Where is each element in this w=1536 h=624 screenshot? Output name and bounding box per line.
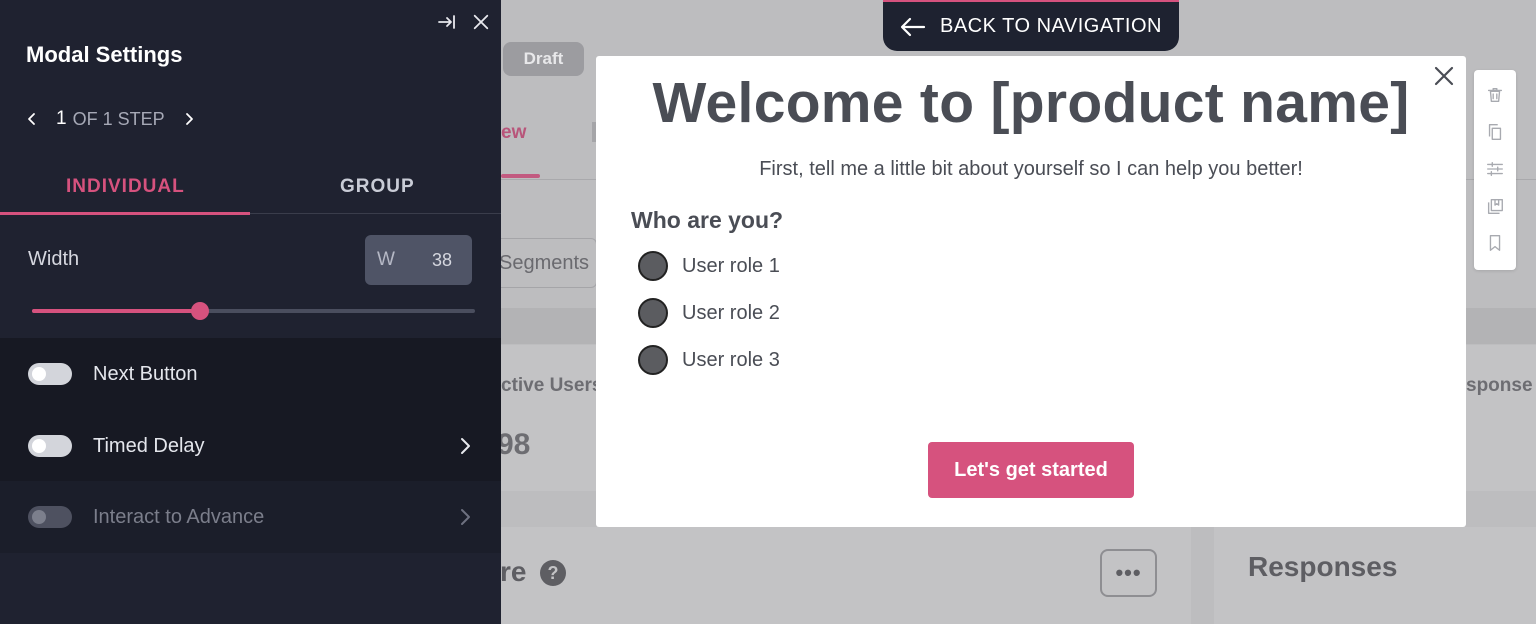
width-slider[interactable] <box>32 302 475 320</box>
active-users-card <box>501 345 601 491</box>
tab-group[interactable]: GROUP <box>340 176 415 198</box>
overview-panel <box>501 527 1191 624</box>
next-button-toggle[interactable] <box>28 363 72 385</box>
width-input[interactable]: W 38 <box>365 235 472 285</box>
active-users-label: ctive Users <box>501 375 603 396</box>
segments-button[interactable]: Segments <box>497 238 597 288</box>
response-rate-label: sponse R <box>1466 375 1536 396</box>
modal-subtitle: First, tell me a little bit about yourse… <box>759 158 1303 180</box>
role-option[interactable]: User role 3 <box>638 345 780 375</box>
panel-title: Modal Settings <box>26 42 183 67</box>
get-started-button[interactable]: Let's get started <box>928 442 1134 498</box>
next-button-row: Next Button <box>0 338 501 410</box>
step-navigator: 1 OF 1 STEP <box>26 108 195 130</box>
interact-to-advance-toggle[interactable] <box>28 506 72 528</box>
role-option-label: User role 1 <box>682 254 780 277</box>
panel-top-icons <box>437 12 491 32</box>
bookmark-icon[interactable] <box>1484 232 1506 254</box>
role-option-label: User role 2 <box>682 301 780 324</box>
tab-active-underline <box>0 212 250 215</box>
back-to-navigation-label: BACK TO NAVIGATION <box>939 15 1162 37</box>
interact-to-advance-label: Interact to Advance <box>93 505 265 528</box>
timed-delay-label: Timed Delay <box>93 434 205 457</box>
step-toolbar <box>1474 70 1516 270</box>
modal-settings-panel: Modal Settings 1 OF 1 STEP INDIVIDUAL GR… <box>0 0 501 624</box>
tab-active-indicator <box>501 174 540 178</box>
copy-icon[interactable] <box>1484 121 1506 143</box>
welcome-modal: Welcome to [product name] First, tell me… <box>596 56 1466 527</box>
next-button-label: Next Button <box>93 362 198 385</box>
tab-individual[interactable]: INDIVIDUAL <box>66 176 185 198</box>
more-options-button[interactable]: ••• <box>1100 549 1157 597</box>
back-to-navigation-button[interactable]: BACK TO NAVIGATION <box>883 0 1179 51</box>
sliders-icon[interactable] <box>1484 158 1506 180</box>
question-label: Who are you? <box>631 207 784 233</box>
chevron-right-icon[interactable] <box>458 437 472 455</box>
modal-title: Welcome to [product name] <box>652 71 1410 135</box>
arrow-left-icon <box>900 17 926 36</box>
width-value: 38 <box>431 249 452 270</box>
active-users-value: 98 <box>497 428 531 461</box>
width-label: Width <box>28 248 80 270</box>
overview-panel-title: re <box>500 556 527 587</box>
chevron-right-icon[interactable] <box>458 508 472 526</box>
save-template-icon[interactable] <box>1484 195 1506 217</box>
close-icon[interactable] <box>471 12 491 32</box>
trash-icon[interactable] <box>1484 84 1506 106</box>
step-current: 1 <box>56 108 67 129</box>
chevron-left-icon[interactable] <box>26 112 38 126</box>
width-slider-fill <box>32 309 201 313</box>
help-icon[interactable]: ? <box>540 560 566 586</box>
radio-button[interactable] <box>638 345 668 375</box>
radio-button[interactable] <box>638 251 668 281</box>
width-prefix: W <box>377 249 395 270</box>
step-total: OF 1 STEP <box>72 108 165 129</box>
timed-delay-row[interactable]: Timed Delay <box>0 410 501 482</box>
collapse-panel-icon[interactable] <box>437 12 457 32</box>
radio-button[interactable] <box>638 298 668 328</box>
tab-overview[interactable]: ew <box>501 122 526 144</box>
chevron-right-icon[interactable] <box>183 112 195 126</box>
role-option[interactable]: User role 1 <box>638 251 780 281</box>
status-badge: Draft <box>503 42 584 76</box>
responses-title: Responses <box>1248 551 1398 582</box>
timed-delay-toggle[interactable] <box>28 435 72 457</box>
response-rate-card <box>1466 345 1536 491</box>
width-slider-thumb[interactable] <box>191 302 210 320</box>
role-option[interactable]: User role 2 <box>638 298 780 328</box>
interact-to-advance-row[interactable]: Interact to Advance <box>0 481 501 553</box>
panel-tabs: INDIVIDUAL GROUP <box>0 160 501 214</box>
role-option-label: User role 3 <box>682 348 780 371</box>
